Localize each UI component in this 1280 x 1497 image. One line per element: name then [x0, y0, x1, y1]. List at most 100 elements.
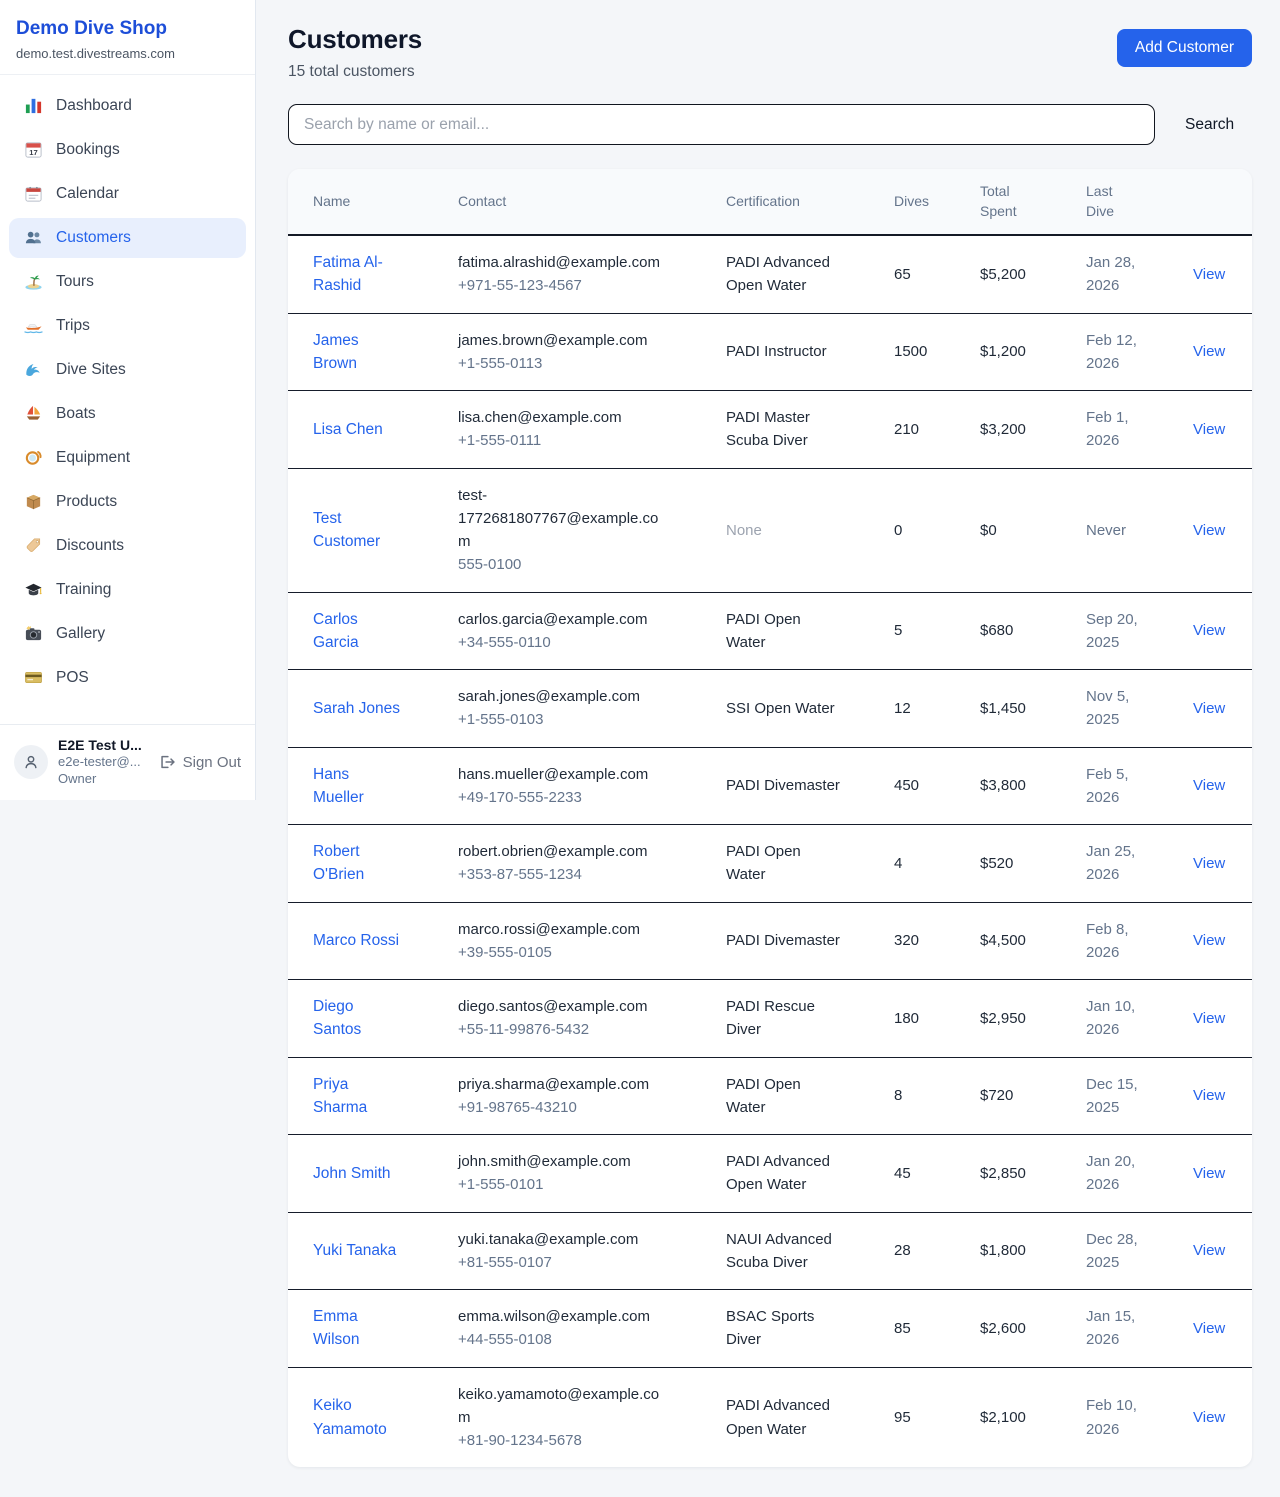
- view-customer-link[interactable]: View: [1193, 1242, 1225, 1259]
- customer-dives-cell: 4: [894, 825, 980, 903]
- customer-name-link[interactable]: Robert O'Brien: [313, 840, 401, 887]
- customer-total-spent-cell: $3,800: [980, 747, 1086, 825]
- customer-dives-cell: 8: [894, 1057, 980, 1135]
- customer-email: robert.obrien@example.com: [458, 840, 670, 863]
- customer-last-dive-cell: Dec 15, 2025: [1086, 1057, 1193, 1135]
- customer-email: john.smith@example.com: [458, 1150, 670, 1173]
- customer-name-link[interactable]: Emma Wilson: [313, 1305, 401, 1352]
- customer-name-link[interactable]: Carlos Garcia: [313, 608, 401, 655]
- customer-name-link[interactable]: James Brown: [313, 329, 401, 376]
- customer-dives-cell: 320: [894, 902, 980, 980]
- customer-last-dive-cell: Feb 5, 2026: [1086, 747, 1193, 825]
- customer-name-cell: Fatima Al-Rashid: [288, 235, 458, 313]
- view-customer-link[interactable]: View: [1193, 622, 1225, 639]
- customer-name-link[interactable]: Marco Rossi: [313, 929, 399, 952]
- customer-email: fatima.alrashid@example.com: [458, 251, 670, 274]
- customer-last-dive-cell: Dec 28, 2025: [1086, 1212, 1193, 1290]
- view-customer-link[interactable]: View: [1193, 777, 1225, 794]
- customer-dives-cell: 5: [894, 592, 980, 670]
- sidebar-item-dashboard[interactable]: Dashboard: [9, 86, 246, 126]
- customer-contact-cell: yuki.tanaka@example.com+81-555-0107: [458, 1212, 726, 1290]
- customer-name-link[interactable]: Diego Santos: [313, 995, 401, 1042]
- customer-dives-cell: 1500: [894, 313, 980, 391]
- customer-dives-cell: 65: [894, 235, 980, 313]
- sidebar-item-calendar[interactable]: Calendar: [9, 174, 246, 214]
- view-customer-link[interactable]: View: [1193, 1409, 1225, 1426]
- sidebar-item-customers[interactable]: Customers: [9, 218, 246, 258]
- customer-certification-cell: PADI Divemaster: [726, 747, 894, 825]
- sign-out-button[interactable]: Sign Out: [158, 753, 241, 771]
- view-customer-link[interactable]: View: [1193, 700, 1225, 717]
- customer-phone: +55-11-99876-5432: [458, 1018, 716, 1041]
- sidebar-item-equipment[interactable]: Equipment: [9, 438, 246, 478]
- person-icon: [22, 753, 40, 771]
- customer-name-link[interactable]: Test Customer: [313, 507, 401, 554]
- sidebar-item-discounts[interactable]: Discounts: [9, 526, 246, 566]
- customer-contact-cell: lisa.chen@example.com+1-555-0111: [458, 391, 726, 469]
- customer-name-link[interactable]: Lisa Chen: [313, 418, 383, 441]
- customer-actions-cell: View: [1193, 313, 1252, 391]
- sidebar: Demo Dive Shop demo.test.divestreams.com…: [0, 0, 256, 800]
- view-customer-link[interactable]: View: [1193, 932, 1225, 949]
- customer-total-spent-cell: $2,100: [980, 1367, 1086, 1467]
- bar-chart-icon: [24, 96, 43, 115]
- customer-name-link[interactable]: Sarah Jones: [313, 697, 400, 720]
- view-customer-link[interactable]: View: [1193, 343, 1225, 360]
- table-row: Lisa Chen lisa.chen@example.com+1-555-011…: [288, 391, 1252, 469]
- column-header-last-dive: Last Dive: [1086, 169, 1193, 235]
- sailboat-icon: [24, 404, 43, 423]
- view-customer-link[interactable]: View: [1193, 1010, 1225, 1027]
- sidebar-item-bookings[interactable]: 17Bookings: [9, 130, 246, 170]
- customer-dives-cell: 210: [894, 391, 980, 469]
- add-customer-button[interactable]: Add Customer: [1117, 29, 1252, 67]
- customer-total-spent-cell: $2,600: [980, 1290, 1086, 1368]
- customer-email: hans.mueller@example.com: [458, 763, 670, 786]
- sidebar-item-products[interactable]: Products: [9, 482, 246, 522]
- sidebar-item-pos[interactable]: POS: [9, 658, 246, 698]
- customer-name-cell: Yuki Tanaka: [288, 1212, 458, 1290]
- customer-name-link[interactable]: Keiko Yamamoto: [313, 1394, 401, 1441]
- customer-name-link[interactable]: Fatima Al-Rashid: [313, 251, 401, 298]
- camera-icon: [24, 624, 43, 643]
- customer-phone: +971-55-123-4567: [458, 274, 716, 297]
- shop-domain: demo.test.divestreams.com: [16, 46, 239, 61]
- customer-certification: NAUI Advanced Scuba Diver: [726, 1228, 844, 1275]
- customer-name-link[interactable]: Priya Sharma: [313, 1073, 401, 1120]
- sidebar-item-dive-sites[interactable]: Dive Sites: [9, 350, 246, 390]
- customer-certification-cell: PADI Advanced Open Water: [726, 1367, 894, 1467]
- view-customer-link[interactable]: View: [1193, 855, 1225, 872]
- sidebar-item-tours[interactable]: Tours: [9, 262, 246, 302]
- table-row: Yuki Tanaka yuki.tanaka@example.com+81-55…: [288, 1212, 1252, 1290]
- sidebar-item-trips[interactable]: Trips: [9, 306, 246, 346]
- sidebar-item-label: Bookings: [56, 141, 120, 159]
- view-customer-link[interactable]: View: [1193, 522, 1225, 539]
- column-header-dives: Dives: [894, 169, 980, 235]
- customer-last-dive-cell: Feb 1, 2026: [1086, 391, 1193, 469]
- view-customer-link[interactable]: View: [1193, 421, 1225, 438]
- customer-total-spent-cell: $1,200: [980, 313, 1086, 391]
- user-email: e2e-tester@...: [58, 753, 148, 771]
- column-header-certification: Certification: [726, 169, 894, 235]
- customer-name-link[interactable]: Hans Mueller: [313, 763, 401, 810]
- customer-certification: PADI Master Scuba Diver: [726, 406, 844, 453]
- search-button[interactable]: Search: [1181, 110, 1238, 140]
- customer-email: james.brown@example.com: [458, 329, 670, 352]
- sidebar-item-label: Gallery: [56, 625, 105, 643]
- sidebar-item-training[interactable]: Training: [9, 570, 246, 610]
- sidebar-item-gallery[interactable]: Gallery: [9, 614, 246, 654]
- island-icon: [24, 272, 43, 291]
- view-customer-link[interactable]: View: [1193, 1087, 1225, 1104]
- table-row: Emma Wilsonemma.wilson@example.com+44-55…: [288, 1290, 1252, 1368]
- search-input[interactable]: [288, 104, 1155, 145]
- sidebar-item-label: Dashboard: [56, 97, 132, 115]
- view-customer-link[interactable]: View: [1193, 1165, 1225, 1182]
- customer-name-link[interactable]: Yuki Tanaka: [313, 1239, 396, 1262]
- customer-total-spent-cell: $1,800: [980, 1212, 1086, 1290]
- customers-table: NameContactCertificationDivesTotal Spent…: [288, 169, 1252, 1467]
- customer-name-link[interactable]: John Smith: [313, 1162, 391, 1185]
- sidebar-item-boats[interactable]: Boats: [9, 394, 246, 434]
- customer-certification: PADI Instructor: [726, 340, 827, 363]
- customer-actions-cell: View: [1193, 825, 1252, 903]
- view-customer-link[interactable]: View: [1193, 1320, 1225, 1337]
- view-customer-link[interactable]: View: [1193, 266, 1225, 283]
